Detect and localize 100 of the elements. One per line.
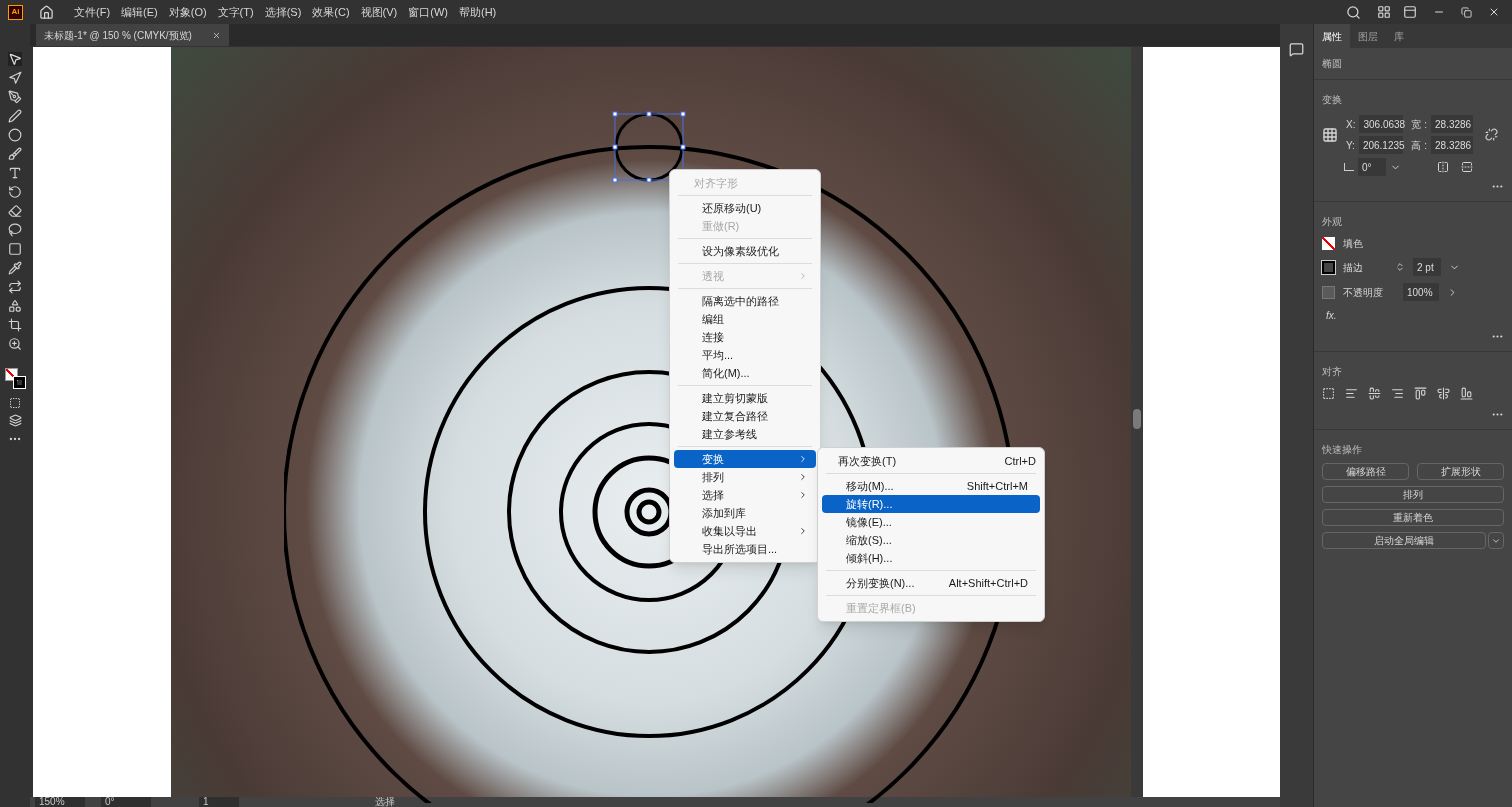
opacity-label: 不透明度 (1343, 285, 1384, 300)
menu-bar-item[interactable]: 帮助(H) (459, 3, 497, 21)
menu-bar-item[interactable]: 文字(T) (217, 3, 254, 21)
comments-icon[interactable] (1289, 42, 1304, 57)
menu-item[interactable]: 建立参考线 (674, 425, 816, 443)
input-field[interactable]: 306.0638 (1359, 115, 1404, 133)
search-icon[interactable] (1346, 4, 1361, 20)
lasso-tool-icon[interactable] (8, 223, 22, 237)
close-icon[interactable] (211, 30, 221, 40)
fill-stroke-swatches-icon[interactable] (5, 368, 25, 388)
menu-item[interactable]: 简化(M)... (674, 364, 816, 382)
menu-bar-item[interactable]: 选择(S) (264, 3, 302, 21)
direct-selection-tool-icon[interactable] (8, 71, 22, 85)
input-field[interactable]: 2 pt (1413, 258, 1441, 276)
quick-action-button[interactable]: 启动全局编辑 (1322, 532, 1486, 549)
ellipse-tool-icon[interactable] (8, 128, 22, 142)
align-center-icon[interactable] (1368, 387, 1381, 400)
quick-action-button[interactable]: 排列 (1322, 486, 1504, 503)
align-left-icon[interactable] (1345, 387, 1358, 400)
menu-item[interactable]: 收集以导出 (674, 522, 816, 540)
align-middle-icon[interactable] (1437, 387, 1450, 400)
menu-bar-item[interactable]: 对象(O) (168, 3, 207, 21)
x-label: X: (1346, 117, 1356, 132)
artboard-tool-icon[interactable] (8, 318, 22, 332)
y-label: Y: (1346, 138, 1355, 153)
section-heading: 外观 (1322, 215, 1343, 229)
close-icon[interactable] (1488, 6, 1500, 18)
menu-bar-item[interactable]: 编辑(E) (121, 3, 158, 21)
draw-mode-icon[interactable] (9, 397, 21, 409)
menu-item[interactable]: 设为像素级优化 (674, 242, 816, 260)
menu-item[interactable]: 移动(M)... Shift+Ctrl+M (822, 477, 1040, 495)
document-tab[interactable]: 未标题-1* @ 150 % (CMYK/预览) (36, 24, 229, 46)
rotate-tool-icon[interactable] (8, 185, 22, 199)
menu-item[interactable]: 建立剪切蒙版 (674, 389, 816, 407)
menu-item[interactable]: 倾斜(H)... (822, 549, 1040, 567)
menu-item[interactable]: 变换 (674, 450, 816, 468)
zoom-tool-icon[interactable] (8, 337, 22, 351)
current-tool-label: 选择 (375, 797, 395, 807)
menu-item[interactable]: 平均... (674, 346, 816, 364)
constrain-proportions-icon[interactable] (1485, 128, 1498, 141)
menu-item[interactable]: 隔离选中的路径 (674, 292, 816, 310)
quick-action-button[interactable]: 重新着色 (1322, 509, 1504, 526)
brush-tool-icon[interactable] (8, 147, 22, 161)
menu-item[interactable]: 镜像(E)... (822, 513, 1040, 531)
menu-bar-item[interactable]: 效果(C) (312, 3, 350, 21)
object-type-label: 椭圆 (1322, 58, 1342, 69)
panel-icon[interactable] (1403, 5, 1417, 19)
flip-vertical-icon[interactable] (1461, 161, 1473, 173)
effects-button[interactable]: fx. (1326, 308, 1504, 323)
align-top-icon[interactable] (1414, 387, 1427, 400)
menu-item[interactable]: 选择 (674, 486, 816, 504)
panel-tab[interactable]: 图层 (1350, 24, 1386, 48)
menu-item[interactable]: 旋转(R)... (822, 495, 1040, 513)
curvature-pen-icon[interactable] (8, 109, 22, 123)
menu-item[interactable]: 导出所选项目... (674, 540, 816, 558)
input-field[interactable]: 100% (1403, 283, 1439, 301)
quick-action-button[interactable]: 扩展形状 (1417, 463, 1504, 480)
eyedropper-tool-icon[interactable] (8, 261, 22, 275)
pen-tool-icon[interactable] (8, 90, 22, 104)
input-field[interactable]: 28.3286 (1431, 136, 1473, 154)
input-field[interactable]: 206.1235 (1358, 136, 1403, 154)
stepper-icon[interactable] (1395, 262, 1405, 272)
quick-action-button[interactable]: 偏移路径 (1322, 463, 1409, 480)
menu-bar-item[interactable]: 窗口(W) (408, 3, 448, 21)
menu-item[interactable]: 再次变换(T) Ctrl+D (814, 452, 1048, 470)
stroke-swatch[interactable] (1322, 260, 1335, 274)
shape-builder-icon[interactable] (8, 299, 22, 313)
artboard-number[interactable]: 1 (199, 797, 239, 807)
menu-item[interactable]: 添加到库 (674, 504, 816, 522)
fill-none-swatch[interactable] (1322, 237, 1335, 250)
stroke-label: 描边 (1343, 260, 1364, 275)
reference-point-icon[interactable] (1322, 126, 1338, 143)
panel-tab[interactable]: 属性 (1314, 24, 1350, 48)
selection-tool-icon[interactable] (8, 52, 22, 66)
input-field[interactable]: 28.3286 (1431, 115, 1473, 133)
zoom-value[interactable]: 150% (35, 797, 85, 807)
align-right-icon[interactable] (1391, 387, 1404, 400)
menu-item[interactable]: 分别变换(N)... Alt+Shift+Ctrl+D (822, 574, 1040, 592)
menu-item[interactable]: 连接 (674, 328, 816, 346)
menu-item[interactable]: 编组 (674, 310, 816, 328)
eraser-tool-icon[interactable] (8, 204, 22, 218)
angle-icon (1344, 163, 1354, 171)
align-to-icon[interactable] (1322, 387, 1335, 400)
menu-bar-item[interactable]: 文件(F) (74, 3, 111, 21)
menu-item[interactable]: 缩放(S)... (822, 531, 1040, 549)
opacity-swatch[interactable] (1322, 285, 1335, 299)
flip-horizontal-icon[interactable] (1437, 161, 1449, 173)
panel-tab[interactable]: 库 (1386, 24, 1412, 48)
rotation-value[interactable]: 0° (101, 797, 151, 807)
align-bottom-icon[interactable] (1460, 387, 1473, 400)
menu-item[interactable]: 还原移动(U) (674, 199, 816, 217)
menu-item[interactable]: 排列 (674, 468, 816, 486)
menu-item[interactable]: 建立复合路径 (674, 407, 816, 425)
type-tool-icon[interactable] (8, 166, 22, 180)
workspace-icon[interactable] (1377, 5, 1391, 19)
home-icon[interactable] (39, 4, 54, 20)
restore-icon[interactable] (1461, 6, 1472, 18)
input-field[interactable]: 0° (1358, 158, 1386, 176)
section-heading: 对齐 (1322, 365, 1343, 379)
menu-bar-item[interactable]: 视图(V) (360, 3, 398, 21)
